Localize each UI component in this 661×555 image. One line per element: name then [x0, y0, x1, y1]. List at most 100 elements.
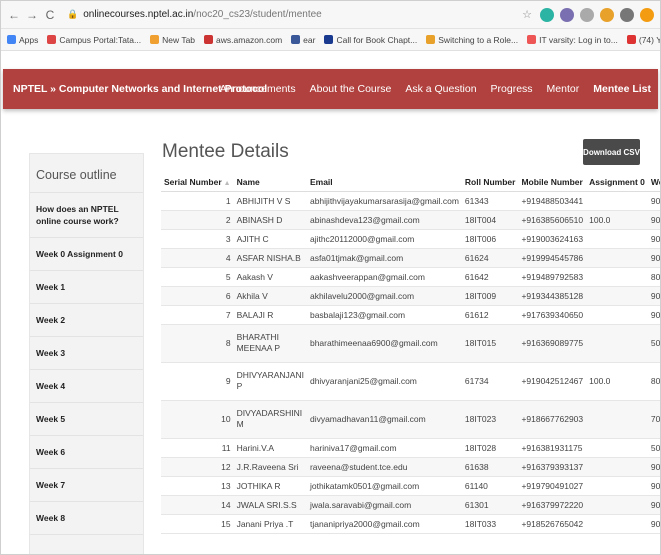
sidebar-item[interactable]: Week 1	[30, 271, 143, 304]
table-cell: 90.0	[647, 514, 660, 534]
table-cell: 50.0	[647, 324, 660, 363]
course-outline-sidebar: Course outline How does an NPTEL online …	[29, 153, 144, 554]
sidebar-item[interactable]: Week 7	[30, 469, 143, 502]
table-cell: 9	[161, 362, 234, 401]
table-cell: 90.0	[647, 495, 660, 515]
nav-link-announcements[interactable]: Announcements	[213, 83, 303, 95]
table-cell: 18IT033	[461, 514, 519, 534]
table-cell: 90.0	[647, 191, 660, 211]
column-header[interactable]: Assignment 0	[586, 173, 648, 192]
nav-link-ask-a-question[interactable]: Ask a Question	[398, 83, 483, 95]
extension-icon[interactable]	[600, 7, 614, 22]
sidebar-item[interactable]: Week 6	[30, 436, 143, 469]
bookmark-item[interactable]: Switching to a Role...	[426, 35, 518, 45]
bookmark-icon	[150, 35, 160, 44]
bookmark-icon	[324, 35, 334, 44]
column-header[interactable]: Week 1 Assignment 1	[647, 173, 660, 192]
table-cell	[586, 286, 648, 306]
reload-icon[interactable]: C	[43, 8, 57, 22]
table-cell: +917639340650	[518, 305, 587, 325]
address-bar[interactable]: 🔒 onlinecourses.nptel.ac.in /noc20_cs23/…	[61, 5, 514, 25]
sidebar-item[interactable]: Week 5	[30, 403, 143, 436]
table-cell: 61612	[461, 305, 519, 325]
bookmark-item[interactable]: Campus Portal:Tata...	[47, 35, 141, 45]
table-cell: 18IT004	[461, 210, 519, 230]
table-cell	[586, 514, 648, 534]
table-cell: 80.0	[647, 362, 660, 401]
sidebar-item[interactable]: Week 4	[30, 370, 143, 403]
table-cell: 100.0	[586, 362, 648, 401]
extension-icon[interactable]	[560, 7, 574, 22]
table-row: 3 AJITH Cajithc20112000@gmail.com 18IT006 +…	[161, 229, 660, 249]
nav-link-progress[interactable]: Progress	[484, 83, 540, 95]
table-cell: +919344385128	[518, 286, 587, 306]
table-cell: 61734	[461, 362, 519, 401]
bookmark-label: New Tab	[162, 34, 196, 45]
sidebar-item[interactable]: Week 8	[30, 502, 143, 535]
bookmark-label: IT varsity: Log in to...	[539, 34, 618, 45]
column-header[interactable]: Serial Number ▲	[161, 173, 234, 192]
bookmark-icon	[7, 35, 16, 44]
extension-icon[interactable]	[580, 7, 594, 22]
bookmark-item[interactable]: IT varsity: Log in to...	[527, 35, 618, 45]
bookmark-item[interactable]: Apps	[7, 35, 38, 45]
table-row: 8 BHARATHI MEENAA Pbharathimeenaa6900@gma…	[161, 324, 660, 363]
bookmark-icon	[626, 35, 636, 44]
bookmark-item[interactable]: Call for Book Chapt...	[324, 35, 417, 45]
table-cell: aakashveerappan@gmail.com	[306, 267, 462, 287]
nav-link-mentee-list[interactable]: Mentee List	[586, 83, 658, 95]
column-header[interactable]: Mobile Number	[518, 173, 587, 192]
column-header-label: Assignment 0	[589, 176, 645, 187]
bookmark-item[interactable]: ear	[291, 35, 315, 45]
download-csv-button[interactable]: Download CSV	[583, 139, 640, 165]
lock-icon: 🔒	[67, 9, 79, 19]
table-cell	[586, 457, 648, 477]
sidebar-item[interactable]: Week 2	[30, 304, 143, 337]
forward-icon[interactable]: →	[25, 8, 39, 22]
table-row: 14 JWALA SRI.S.S jwala.saravabi@gmail.com 6…	[161, 495, 660, 515]
star-icon[interactable]: ☆	[520, 8, 534, 22]
avatar[interactable]	[640, 7, 654, 22]
table-cell: J.R.Raveena Sri	[233, 457, 307, 477]
sidebar-item[interactable]: How does an NPTEL online course work?	[30, 193, 143, 238]
sort-icon[interactable]: ▲	[224, 180, 231, 187]
table-cell: +916379972220	[518, 495, 587, 515]
table-cell: 61301	[461, 495, 519, 515]
column-header[interactable]: Roll Number	[461, 173, 519, 192]
column-header[interactable]: Name	[233, 173, 307, 192]
site-navbar: NPTEL » Computer Networks and Internet P…	[3, 69, 658, 109]
table-cell: 1	[161, 191, 234, 211]
page-title: Mentee Details	[162, 141, 289, 162]
bookmark-item[interactable]: (74) YouTube	[626, 35, 660, 45]
table-cell: Harini.V.A	[233, 438, 307, 458]
table-cell: +919489792583	[518, 267, 587, 287]
nav-link-mentor[interactable]: Mentor	[540, 83, 587, 95]
table-cell: BALAJI R	[233, 305, 307, 325]
bookmark-label: aws.amazon.com	[216, 34, 283, 45]
table-cell: 90.0	[647, 248, 660, 268]
table-cell	[586, 400, 648, 439]
sidebar-item[interactable]: Week 0 Assignment 0	[30, 238, 143, 271]
table-row: 12 J.R.Raveena Sri raveena@student.tce.edu…	[161, 457, 660, 477]
table-cell: +919042512467	[518, 362, 587, 401]
bookmark-item[interactable]: New Tab	[150, 35, 195, 45]
puzzle-icon[interactable]	[620, 7, 634, 22]
table-cell: Janani Priya .T	[233, 514, 307, 534]
bookmark-item[interactable]: aws.amazon.com	[204, 35, 282, 45]
nav-link-about-the-course[interactable]: About the Course	[303, 83, 399, 95]
table-cell: abinashdeva123@gmail.com	[306, 210, 462, 230]
table-cell: raveena@student.tce.edu	[306, 457, 462, 477]
back-icon[interactable]: ←	[7, 8, 21, 22]
bookmark-label: Apps	[19, 34, 39, 45]
table-cell: +916381931175	[518, 438, 587, 458]
column-header[interactable]: Email	[306, 173, 462, 192]
table-row: 4 ASFAR NISHA.B asfa01tjmak@gmail.com 61624…	[161, 248, 660, 268]
table-cell: Aakash V	[233, 267, 307, 287]
table-cell: 18IT015	[461, 324, 519, 363]
table-cell: 90.0	[647, 210, 660, 230]
table-cell: 61624	[461, 248, 519, 268]
table-cell: 4	[161, 248, 234, 268]
table-cell: Akhila V	[233, 286, 307, 306]
sidebar-item[interactable]: Week 3	[30, 337, 143, 370]
extension-icon[interactable]	[540, 7, 554, 22]
